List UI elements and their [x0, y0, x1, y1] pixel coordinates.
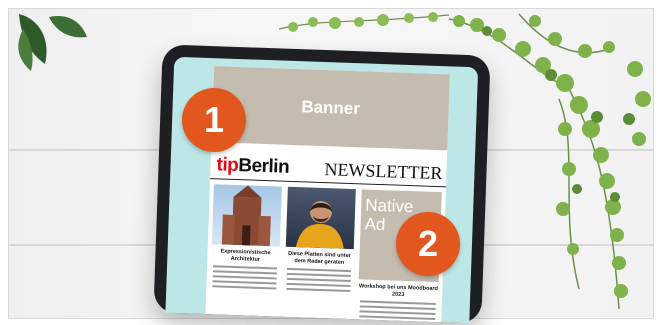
plant-leaves-top-left [18, 14, 87, 71]
newsletter-title: NEWSLETTER [324, 158, 443, 183]
banner-placeholder: Banner [211, 66, 450, 151]
article-headline: Diese Platten sind unter dem Radar gerat… [288, 250, 351, 266]
person-illustration-icon [295, 200, 344, 249]
native-ad-body-text [357, 300, 438, 321]
banner-label: Banner [301, 97, 361, 119]
number-badge-1: 1 [182, 88, 246, 152]
article-card: Expressionistische Architektur [209, 184, 282, 316]
article-body-text [210, 265, 279, 290]
tablet-device: Banner tipBerlin NEWSLETTER Expressionis… [153, 44, 491, 324]
article-image-person [285, 186, 356, 250]
article-headline: Expressionistische Architektur [220, 248, 271, 263]
native-ad-headline: Workshop bei uns Moodboard 2023 [358, 283, 439, 298]
number-badge-2: 2 [396, 212, 460, 276]
plant-sprig-top [279, 12, 449, 32]
article-body-text [284, 267, 353, 293]
church-illustration-icon [221, 185, 271, 247]
tipberlin-logo: tipBerlin [216, 154, 290, 178]
article-card: Diese Platten sind unter dem Radar gerat… [283, 186, 356, 319]
newsletter-masthead: tipBerlin NEWSLETTER [210, 152, 447, 188]
article-image-church [211, 184, 282, 247]
